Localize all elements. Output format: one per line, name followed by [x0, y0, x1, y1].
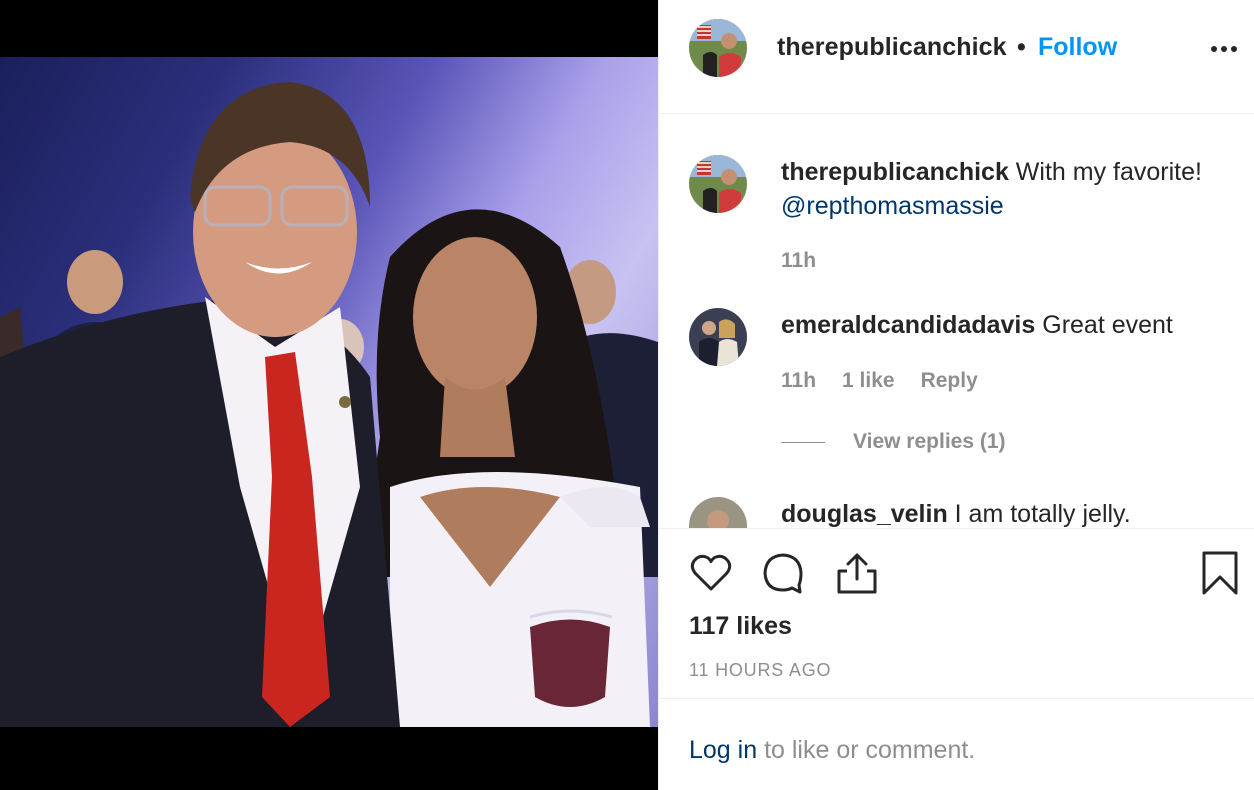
comment-body: I am totally jelly.	[947, 500, 1131, 528]
post-timestamp[interactable]: 11 HOURS AGO	[689, 660, 831, 681]
mention-link[interactable]: @repthomasmassie	[781, 192, 1004, 220]
avatar[interactable]	[689, 308, 747, 366]
lapel-pin	[339, 396, 351, 408]
more-options-icon[interactable]	[1209, 34, 1239, 64]
comment-meta: 11h	[781, 249, 842, 273]
heart-icon[interactable]	[689, 551, 733, 600]
comment-meta: 11h 1 like Reply	[781, 369, 1004, 393]
post-photo[interactable]	[0, 57, 658, 727]
view-replies-label: View replies (1)	[853, 430, 1006, 453]
comment-username[interactable]: emeraldcandidadavis	[781, 311, 1035, 339]
avatar-image	[689, 19, 747, 77]
comment-icon[interactable]	[761, 551, 805, 600]
comment-text: emeraldcandidadavis Great event	[781, 308, 1231, 342]
comment-body: Great event	[1035, 311, 1173, 339]
comments-list[interactable]: therepublicanchick With my favorite! @re…	[659, 115, 1254, 528]
avatar-image	[689, 497, 747, 528]
bg-person-head	[67, 250, 123, 314]
share-icon[interactable]	[835, 551, 879, 600]
post-actions: 117 likes 11 HOURS AGO	[659, 528, 1254, 698]
likes-count[interactable]: 117 likes	[689, 612, 792, 641]
view-replies-line	[781, 441, 825, 443]
comment-text: therepublicanchick With my favorite! @re…	[781, 155, 1231, 223]
comment-username[interactable]: douglas_velin	[781, 500, 948, 528]
post-author-username[interactable]: therepublicanchick	[777, 33, 1007, 62]
separator-dot: •	[1017, 33, 1026, 61]
avatar-image	[689, 308, 747, 366]
login-prompt: Log in to like or comment.	[689, 736, 975, 765]
comment-body: With my favorite!	[1008, 158, 1202, 186]
post-side-panel: therepublicanchick • Follow therepublica…	[658, 0, 1254, 790]
follow-button[interactable]: Follow	[1038, 33, 1117, 62]
comment-time[interactable]: 11h	[781, 249, 816, 272]
reply-button[interactable]: Reply	[921, 369, 978, 392]
login-link[interactable]: Log in	[689, 736, 757, 764]
woman-face	[413, 237, 537, 397]
view-replies-button[interactable]: View replies (1)	[781, 430, 1006, 454]
comment-likes[interactable]: 1 like	[842, 369, 895, 392]
login-suffix: to like or comment.	[757, 736, 976, 764]
comment-text: douglas_velin I am totally jelly.	[781, 497, 1231, 528]
avatar[interactable]	[689, 497, 747, 528]
login-footer: Log in to like or comment.	[659, 698, 1254, 790]
avatar[interactable]	[689, 19, 747, 77]
avatar[interactable]	[689, 155, 747, 213]
comment-username[interactable]: therepublicanchick	[781, 158, 1009, 186]
post-photo-pane	[0, 0, 658, 790]
photo-illustration	[0, 82, 658, 727]
avatar-image	[689, 155, 747, 213]
wine-glass	[530, 619, 610, 707]
post-header: therepublicanchick • Follow	[659, 0, 1254, 114]
comment-time[interactable]: 11h	[781, 369, 816, 392]
bookmark-icon[interactable]	[1201, 551, 1239, 600]
